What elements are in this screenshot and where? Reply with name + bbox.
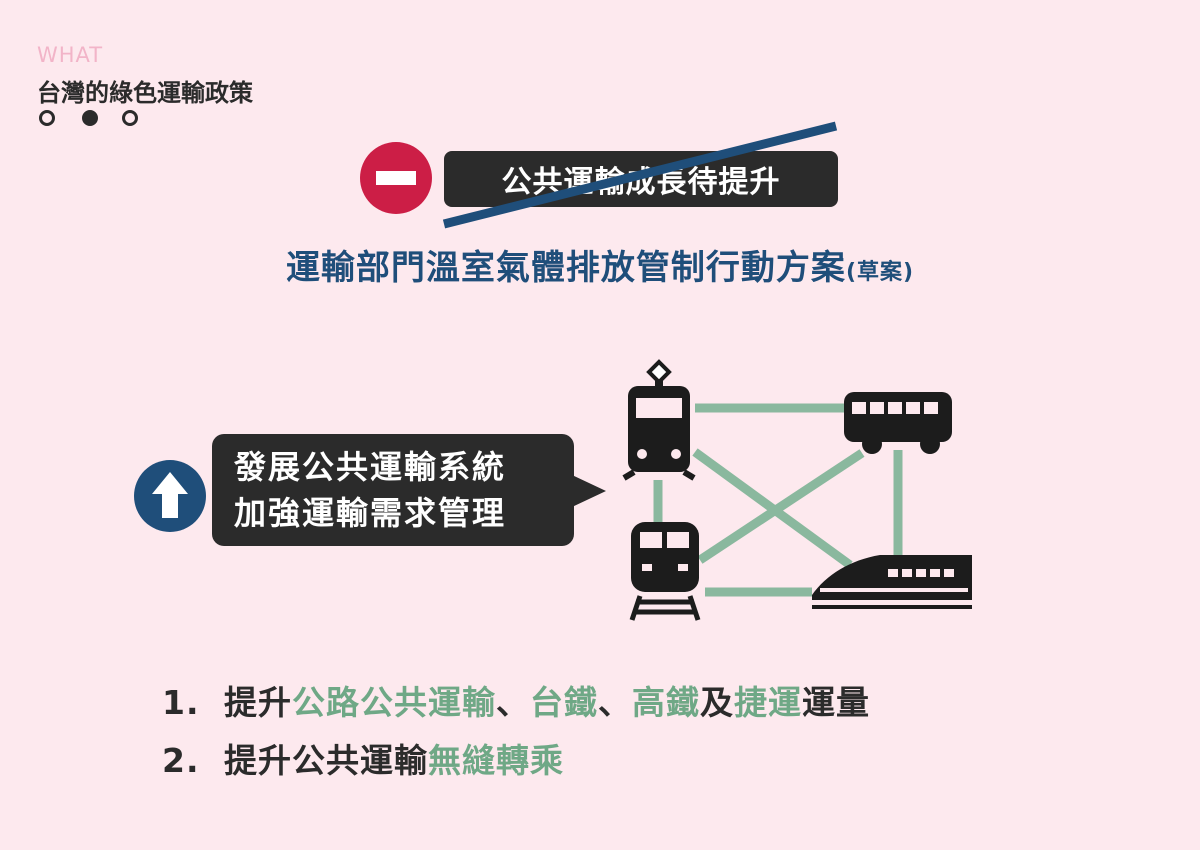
list-text: 、	[496, 683, 530, 722]
pager-dot-2-active[interactable]	[82, 110, 98, 126]
list-item-1: 1. 提升公路公共運輸、台鐵、高鐵及捷運運量	[162, 676, 870, 724]
plan-title: 運輸部門溫室氣體排放管制行動方案(草案)	[0, 240, 1200, 289]
metro-icon	[629, 522, 701, 621]
minus-icon	[360, 142, 432, 214]
up-arrow-icon	[134, 460, 206, 532]
callout-line-2: 加強運輸需求管理	[234, 494, 507, 532]
plan-title-suffix: (草案)	[845, 260, 915, 285]
pager-dot-3[interactable]	[122, 110, 138, 126]
list-text: 及	[700, 683, 734, 722]
highlighted-phrase: 公路公共運輸	[292, 683, 496, 722]
list-text: 運量	[802, 683, 870, 722]
list-text: 提升公共運輸	[224, 741, 428, 780]
callout-bubble: 發展公共運輸系統 加強運輸需求管理	[212, 434, 574, 546]
page-title: 台灣的綠色運輸政策	[37, 79, 253, 107]
bus-icon	[844, 392, 952, 454]
list-item-2: 2. 提升公共運輸無縫轉乘	[162, 734, 564, 782]
strikethrough-line	[442, 121, 838, 229]
pager-dot-1[interactable]	[39, 110, 55, 126]
eyebrow-label: WHAT	[37, 43, 104, 67]
highlighted-phrase: 高鐵	[632, 683, 700, 722]
list-number: 1.	[162, 683, 200, 722]
list-text: 、	[598, 683, 632, 722]
highlighted-phrase: 無縫轉乘	[428, 741, 564, 780]
highlighted-phrase: 台鐵	[530, 683, 598, 722]
list-number: 2.	[162, 741, 200, 780]
list-text: 提升	[224, 683, 292, 722]
high-speed-rail-icon	[812, 555, 972, 609]
tram-icon	[622, 359, 696, 481]
callout-line-1: 發展公共運輸系統	[234, 448, 507, 486]
highlighted-phrase: 捷運	[734, 683, 802, 722]
transit-network-diagram	[622, 359, 972, 621]
plan-title-main: 運輸部門溫室氣體排放管制行動方案	[285, 248, 846, 288]
